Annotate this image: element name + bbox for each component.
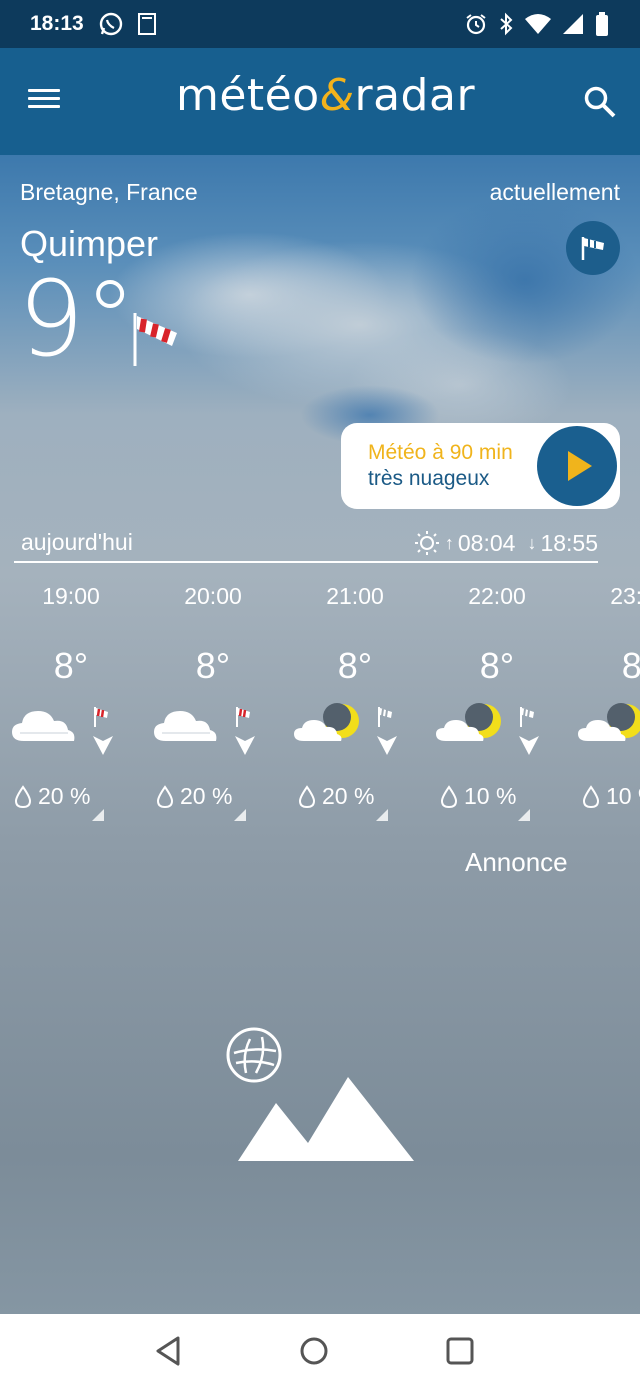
current-temperature: 9° bbox=[18, 258, 137, 380]
hour-temperature: 8° bbox=[621, 645, 640, 686]
hour-temperature: 8° bbox=[337, 645, 373, 686]
hourly-item[interactable]: 19:00 8° 20 % bbox=[0, 583, 142, 833]
play-button[interactable] bbox=[537, 426, 617, 506]
hour-temperature: 8° bbox=[53, 645, 89, 686]
wind-direction-icon bbox=[93, 707, 113, 755]
today-header: aujourd'hui ↑ 08:04 ↓ 18:55 bbox=[14, 525, 598, 563]
hourly-item[interactable]: 22:00 8° 10 % bbox=[426, 583, 568, 833]
sim-card-icon bbox=[137, 13, 156, 35]
hourly-item[interactable]: 21:00 8° 20 % bbox=[284, 583, 426, 833]
hour-temperature: 8° bbox=[195, 645, 231, 686]
nowcast-card[interactable]: Météo à 90 min très nuageux bbox=[341, 423, 620, 509]
hour-time: 21:00 bbox=[326, 583, 384, 609]
menu-button[interactable] bbox=[28, 84, 66, 120]
hour-time: 20:00 bbox=[184, 583, 242, 609]
hour-rain-probability: 20 % bbox=[180, 783, 233, 809]
wind-direction-icon bbox=[519, 707, 539, 755]
ad-label: Annonce bbox=[465, 847, 568, 877]
app-bar: météo&radar bbox=[0, 48, 640, 155]
raindrop-icon bbox=[582, 785, 600, 809]
back-icon[interactable] bbox=[152, 1334, 186, 1368]
hour-rain-probability: 10 % bbox=[464, 783, 517, 809]
search-icon[interactable] bbox=[582, 84, 618, 120]
sun-icon bbox=[414, 531, 439, 555]
app-logo: météo&radar bbox=[176, 70, 476, 121]
raindrop-icon bbox=[14, 785, 32, 809]
wifi-icon bbox=[525, 14, 551, 34]
signal-icon bbox=[563, 14, 583, 34]
image-placeholder-icon[interactable] bbox=[226, 1027, 422, 1167]
windsock-icon bbox=[581, 237, 604, 260]
expand-corner-icon bbox=[92, 809, 104, 821]
nowcast-subtitle: très nuageux bbox=[368, 467, 490, 490]
hour-rain-probability: 20 % bbox=[38, 783, 91, 809]
whatsapp-icon bbox=[99, 12, 122, 36]
hourly-item[interactable]: 23:00 8° 10 % bbox=[568, 583, 640, 833]
cloud-moon-icon bbox=[436, 703, 501, 741]
hourly-item[interactable]: 20:00 8° 20 % bbox=[142, 583, 284, 833]
wind-direction-icon bbox=[377, 707, 397, 755]
wind-toggle-button[interactable] bbox=[566, 221, 620, 275]
nowcast-title: Météo à 90 min bbox=[368, 441, 513, 464]
recents-icon[interactable] bbox=[443, 1334, 477, 1368]
hour-time: 22:00 bbox=[468, 583, 526, 609]
home-icon[interactable] bbox=[297, 1334, 331, 1368]
expand-corner-icon bbox=[376, 809, 388, 821]
today-label: aujourd'hui bbox=[21, 529, 133, 555]
sunset-arrow-icon: ↓ bbox=[527, 532, 537, 553]
weather-main: Bretagne, France actuellement Quimper 9°… bbox=[0, 155, 640, 1314]
location-region: Bretagne, France bbox=[20, 179, 198, 205]
sunrise-arrow-icon: ↑ bbox=[444, 532, 454, 553]
hour-time: 23:00 bbox=[610, 583, 640, 609]
status-bar: 18:13 bbox=[0, 0, 640, 48]
alarm-icon bbox=[466, 14, 486, 35]
cloud-icon bbox=[12, 711, 75, 741]
raindrop-icon bbox=[440, 785, 458, 809]
sun-times: ↑ 08:04 ↓ 18:55 bbox=[413, 529, 598, 557]
expand-corner-icon bbox=[518, 809, 530, 821]
expand-corner-icon bbox=[234, 809, 246, 821]
hour-rain-probability: 10 % bbox=[606, 783, 640, 809]
cloud-icon bbox=[154, 711, 217, 741]
bluetooth-icon bbox=[500, 12, 513, 36]
raindrop-icon bbox=[298, 785, 316, 809]
battery-icon bbox=[596, 12, 608, 36]
hour-time: 19:00 bbox=[42, 583, 100, 609]
sunrise-time: 08:04 bbox=[457, 529, 516, 556]
wind-direction-icon bbox=[235, 707, 255, 755]
status-time: 18:13 bbox=[30, 12, 84, 35]
hour-temperature: 8° bbox=[479, 645, 515, 686]
hour-rain-probability: 20 % bbox=[322, 783, 375, 809]
cloud-moon-icon bbox=[294, 703, 359, 741]
windsock-icon bbox=[133, 313, 177, 366]
raindrop-icon bbox=[156, 785, 174, 809]
sunset-time: 18:55 bbox=[540, 529, 598, 556]
system-nav-bar bbox=[0, 1314, 640, 1387]
current-label: actuellement bbox=[489, 179, 620, 205]
play-icon bbox=[568, 451, 592, 481]
cloud-moon-icon bbox=[578, 703, 640, 741]
